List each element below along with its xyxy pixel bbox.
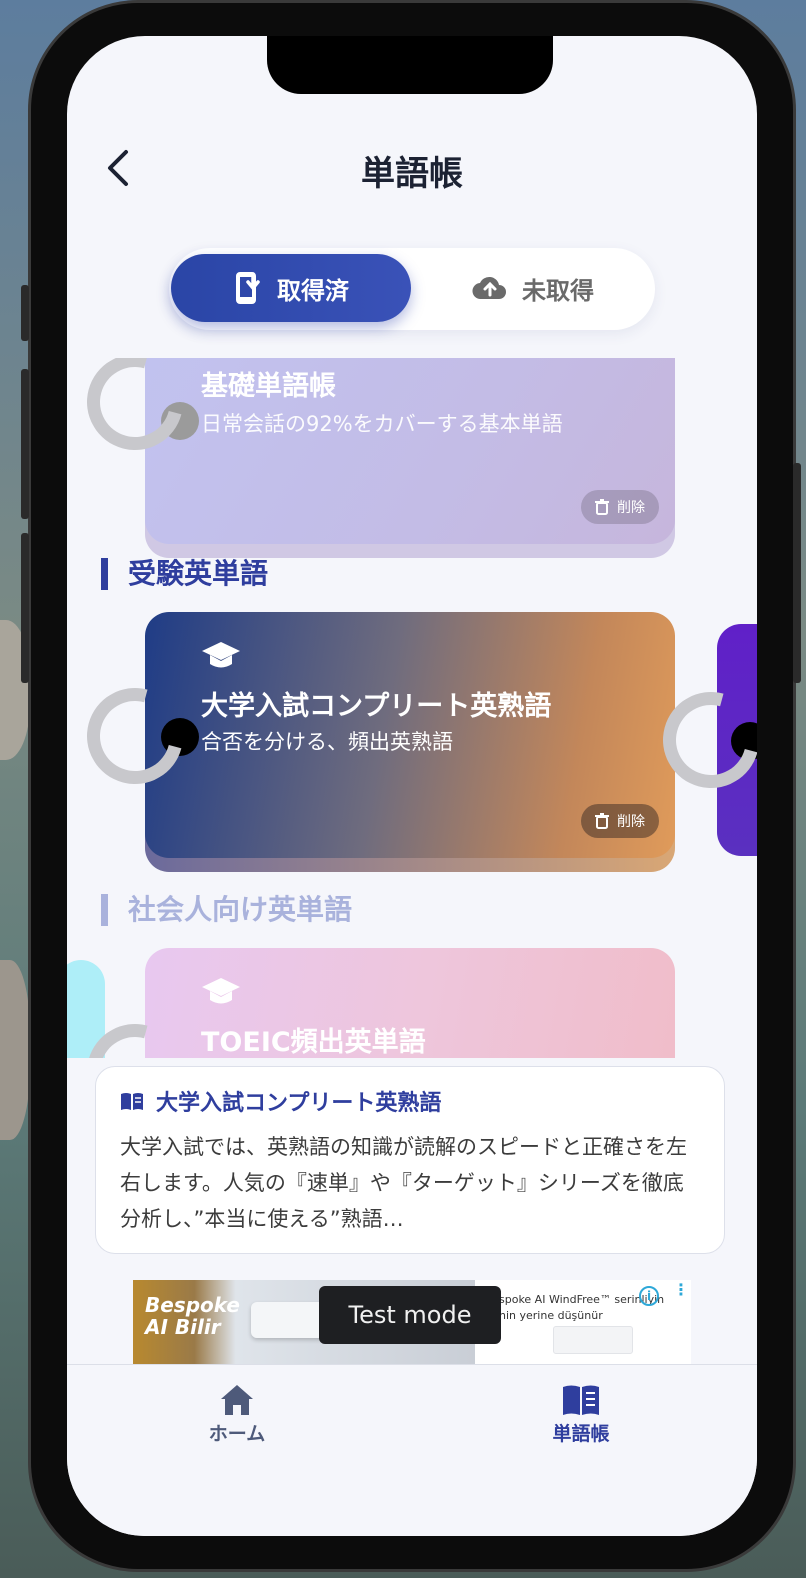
delete-button[interactable]: 削除 bbox=[581, 804, 659, 838]
more-vertical-icon[interactable]: ⋮ bbox=[673, 1282, 689, 1298]
notch bbox=[267, 36, 553, 94]
trash-icon bbox=[595, 499, 609, 515]
side-button bbox=[21, 369, 29, 519]
bottom-tab-bar: ホーム 単語帳 bbox=[67, 1364, 757, 1536]
segmented-control: 取得済 未取得 bbox=[169, 248, 655, 330]
card-title: TOEIC頻出英単語 bbox=[201, 1027, 426, 1058]
wordbook-card-exam[interactable]: 大学入試コンプリート英熟語 合否を分ける、頻出英熟語 削除 bbox=[145, 612, 675, 858]
tab-wordbook-label: 単語帳 bbox=[552, 1423, 610, 1445]
tab-not-owned[interactable]: 未取得 bbox=[413, 254, 653, 322]
app-screen: 単語帳 取得済 未取得 基礎単語帳 日常会話の92%をカバーする基本単語 削除 … bbox=[67, 36, 757, 1536]
card-title: 基礎単語帳 bbox=[201, 371, 336, 402]
side-button bbox=[21, 285, 29, 341]
page-title: 単語帳 bbox=[361, 154, 463, 194]
section-title-exam: 受験英単語 bbox=[101, 558, 268, 590]
card-subtitle: 日常会話の92%をカバーする基本単語 bbox=[201, 412, 563, 436]
side-button bbox=[21, 533, 29, 683]
tab-wordbook[interactable]: 単語帳 bbox=[521, 1383, 641, 1446]
cloud-upload-icon bbox=[472, 276, 506, 300]
book-icon bbox=[563, 1385, 599, 1415]
tab-not-owned-label: 未取得 bbox=[522, 276, 594, 305]
graduation-cap-icon bbox=[202, 978, 240, 1004]
description-header: 大学入試コンプリート英熟語 bbox=[120, 1085, 700, 1117]
side-button bbox=[793, 463, 801, 683]
description-panel: 大学入試コンプリート英熟語 大学入試では、英熟語の知識が読解のスピードと正確さを… bbox=[95, 1066, 725, 1254]
delete-button[interactable]: 削除 bbox=[581, 490, 659, 524]
graduation-cap-icon bbox=[202, 642, 240, 668]
description-title: 大学入試コンプリート英熟語 bbox=[156, 1091, 442, 1116]
tab-home-label: ホーム bbox=[208, 1423, 266, 1445]
header: 単語帳 bbox=[67, 134, 757, 204]
tab-home[interactable]: ホーム bbox=[177, 1383, 297, 1446]
card-title: 大学入試コンプリート英熟語 bbox=[201, 691, 552, 722]
book-open-icon bbox=[121, 1093, 143, 1110]
delete-label: 削除 bbox=[617, 500, 645, 516]
background-rock bbox=[0, 960, 30, 1140]
wordbook-list: 基礎単語帳 日常会話の92%をカバーする基本単語 削除 受験英単語 大学入試コン… bbox=[67, 358, 757, 1058]
section-title-business: 社会人向け英単語 bbox=[101, 894, 352, 926]
test-mode-label: Test mode bbox=[319, 1286, 501, 1344]
tab-owned-label: 取得済 bbox=[277, 276, 349, 305]
description-text: 大学入試では、英熟語の知識が読解のスピードと正確さを左右します。人気の『速単』や… bbox=[120, 1135, 687, 1231]
home-icon bbox=[221, 1385, 253, 1415]
tab-owned[interactable]: 取得済 bbox=[171, 254, 411, 322]
trash-icon bbox=[595, 813, 609, 829]
info-icon[interactable]: i bbox=[639, 1286, 659, 1306]
delete-label: 削除 bbox=[617, 814, 645, 830]
wordbook-card-toeic[interactable]: TOEIC頻出英単語 bbox=[145, 948, 675, 1058]
wordbook-card-basic[interactable]: 基礎単語帳 日常会話の92%をカバーする基本単語 削除 bbox=[145, 358, 675, 544]
ad-logo: Bespoke AI Bilir bbox=[145, 1293, 240, 1339]
air-conditioner-image bbox=[553, 1326, 633, 1354]
card-subtitle: 合否を分ける、頻出英熟語 bbox=[201, 730, 453, 754]
phone-download-icon bbox=[236, 272, 260, 304]
